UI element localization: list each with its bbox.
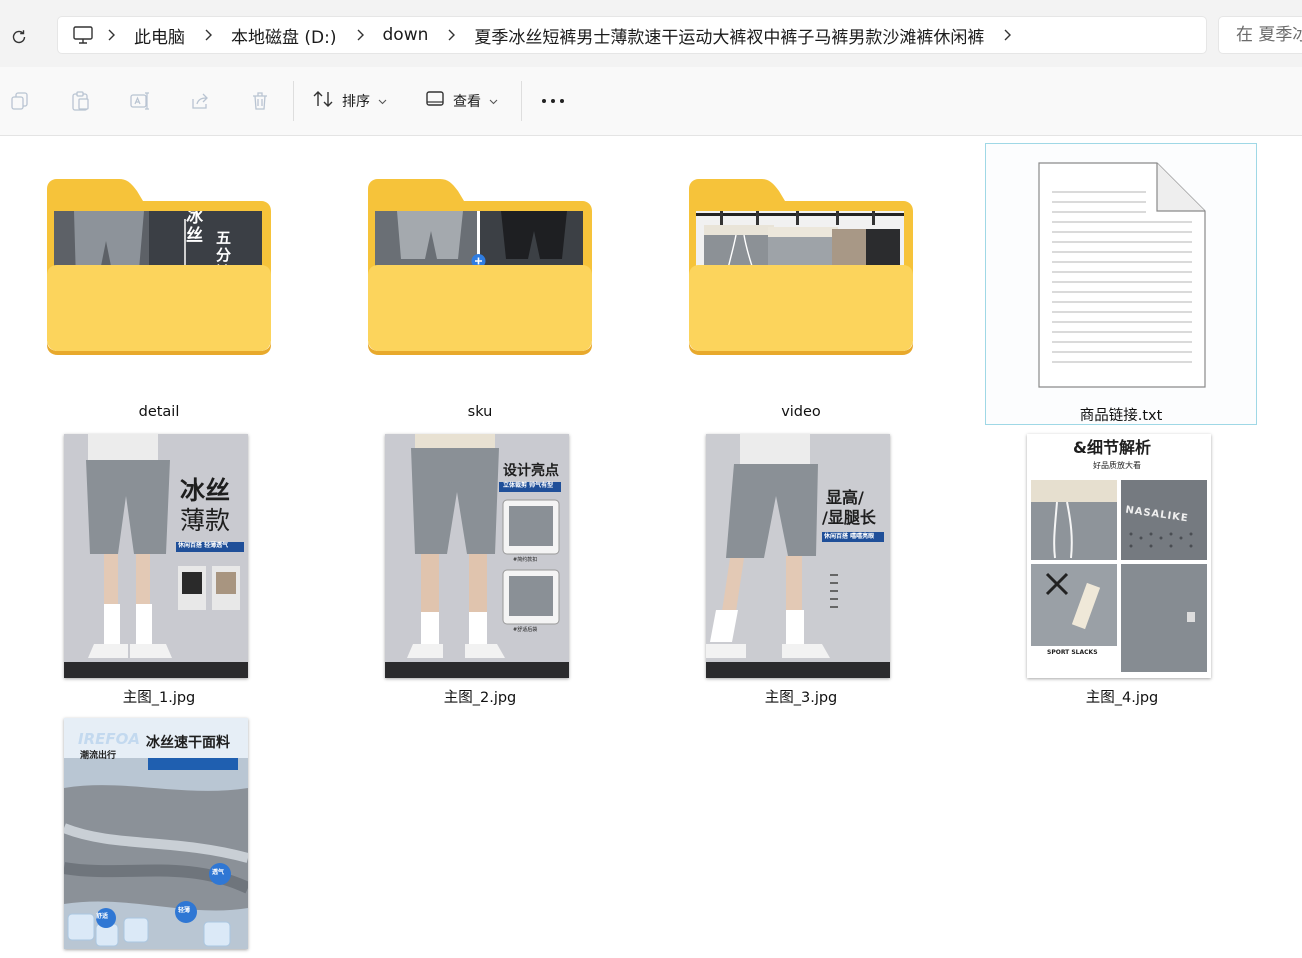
search-input[interactable]: 在 夏季冰 bbox=[1218, 16, 1302, 54]
chevron-down-icon bbox=[489, 93, 498, 109]
chevron-right-icon[interactable] bbox=[990, 16, 1024, 54]
breadcrumb-drive-d[interactable]: 本地磁盘 (D:) bbox=[225, 23, 343, 48]
thumbnail-caption: 立体裁剪 帅气有型 bbox=[503, 483, 553, 489]
thumbnail-caption: SPORT SLACKS bbox=[1047, 650, 1098, 656]
chevron-right-icon[interactable] bbox=[343, 16, 377, 54]
folder-icon bbox=[689, 179, 913, 355]
folder-item-detail[interactable]: 冰 丝 五 分 裤 detail bbox=[30, 176, 288, 426]
view-label: 查看 bbox=[453, 91, 481, 111]
folder-item-sku[interactable]: sku bbox=[351, 176, 609, 426]
image-item-main-2[interactable]: 设计亮点 立体裁剪 帅气有型 #简约款扣 #舒适后袋 主图_2.jpg bbox=[351, 434, 609, 706]
file-name-label: sku bbox=[351, 404, 609, 420]
delete-icon[interactable] bbox=[248, 89, 272, 113]
file-name-label: 主图_3.jpg bbox=[672, 686, 930, 707]
sort-button[interactable]: 排序 bbox=[312, 87, 387, 115]
file-name-label: detail bbox=[30, 404, 288, 420]
sort-icon bbox=[312, 89, 334, 113]
thumbnail-headline: 冰丝 bbox=[180, 478, 230, 504]
file-list: 冰 丝 五 分 裤 detail bbox=[0, 136, 1302, 949]
image-item-5[interactable]: IREFOA 冰丝速干面料 潮流出行 透气 舒适 轻薄 bbox=[30, 718, 288, 958]
file-name-label: video bbox=[672, 404, 930, 420]
chevron-right-icon[interactable] bbox=[191, 16, 225, 54]
chevron-down-icon bbox=[378, 93, 387, 109]
image-item-main-1[interactable]: 冰丝 薄款 休闲百搭 轻薄透气 主图_1.jpg bbox=[30, 434, 288, 706]
thumbnail-caption: 潮流出行 bbox=[80, 752, 116, 761]
share-icon[interactable] bbox=[188, 89, 212, 113]
thumbnail-badge: 轻薄 bbox=[178, 908, 190, 914]
computer-icon[interactable] bbox=[72, 24, 94, 46]
thumbnail-caption: 休闲百搭 轻薄透气 bbox=[178, 543, 228, 549]
breadcrumb-current-folder[interactable]: 夏季冰丝短裤男士薄款速干运动大裤衩中裤子马裤男款沙滩裤休闲裤 bbox=[468, 23, 990, 48]
address-bar-area: 此电脑 本地磁盘 (D:) down 夏季冰丝短裤男士薄款速干运动大裤衩中裤子马… bbox=[0, 0, 1302, 68]
folder-icon bbox=[368, 179, 592, 355]
thumbnail-headline: 冰丝速干面料 bbox=[146, 736, 230, 751]
view-icon bbox=[425, 90, 445, 112]
address-bar[interactable]: 此电脑 本地磁盘 (D:) down 夏季冰丝短裤男士薄款速干运动大裤衩中裤子马… bbox=[57, 16, 1207, 54]
file-name-label: 商品链接.txt bbox=[986, 404, 1256, 425]
folder-item-video[interactable]: video bbox=[672, 176, 930, 426]
command-bar: 排序 查看 bbox=[0, 67, 1302, 136]
image-item-main-4[interactable]: &细节解析 好品质放大看 NASALIKE SPORT SLACKS 主图_4.… bbox=[993, 434, 1251, 706]
thumbnail-headline: 显高/ bbox=[826, 490, 864, 507]
image-thumbnail: IREFOA 冰丝速干面料 潮流出行 透气 舒适 轻薄 bbox=[64, 718, 248, 949]
thumbnail-headline: &细节解析 bbox=[1073, 440, 1151, 457]
view-button[interactable]: 查看 bbox=[425, 87, 498, 115]
thumbnail-headline: 薄款 bbox=[180, 508, 230, 534]
refresh-icon[interactable] bbox=[6, 24, 32, 50]
image-thumbnail: &细节解析 好品质放大看 NASALIKE SPORT SLACKS bbox=[1027, 434, 1211, 678]
thumbnail-caption: #舒适后袋 bbox=[513, 628, 537, 633]
more-options-icon[interactable] bbox=[540, 89, 566, 113]
sort-label: 排序 bbox=[342, 91, 370, 111]
thumbnail-caption: 好品质放大看 bbox=[1093, 462, 1141, 470]
toolbar-divider bbox=[293, 81, 294, 121]
text-file-icon bbox=[1038, 162, 1206, 388]
chevron-right-icon[interactable] bbox=[94, 16, 128, 54]
toolbar-divider bbox=[521, 81, 522, 121]
breadcrumb-this-pc[interactable]: 此电脑 bbox=[128, 23, 191, 48]
image-item-main-3[interactable]: 显高/ /显腿长 休闲百搭 嘻嘻亮眼 主图_3.jpg bbox=[672, 434, 930, 706]
copy-icon[interactable] bbox=[8, 89, 32, 113]
file-name-label: 主图_4.jpg bbox=[993, 686, 1251, 707]
file-name-label: 主图_2.jpg bbox=[351, 686, 609, 707]
file-name-label: 主图_1.jpg bbox=[30, 686, 288, 707]
thumbnail-caption: #简约款扣 bbox=[513, 558, 537, 563]
image-thumbnail: 设计亮点 立体裁剪 帅气有型 #简约款扣 #舒适后袋 bbox=[385, 434, 569, 678]
thumbnail-badge: 透气 bbox=[212, 870, 224, 876]
file-item-txt[interactable]: 商品链接.txt bbox=[985, 143, 1257, 425]
paste-icon[interactable] bbox=[68, 89, 92, 113]
thumbnail-caption: 休闲百搭 嘻嘻亮眼 bbox=[824, 534, 874, 540]
image-thumbnail: 冰丝 薄款 休闲百搭 轻薄透气 bbox=[64, 434, 248, 678]
thumbnail-badge: 舒适 bbox=[96, 914, 108, 920]
folder-icon: 冰 丝 五 分 裤 bbox=[47, 179, 271, 355]
thumbnail-headline: 设计亮点 bbox=[503, 464, 559, 479]
thumbnail-headline: /显腿长 bbox=[822, 510, 876, 527]
image-thumbnail: 显高/ /显腿长 休闲百搭 嘻嘻亮眼 bbox=[706, 434, 890, 678]
chevron-right-icon[interactable] bbox=[434, 16, 468, 54]
rename-icon[interactable] bbox=[128, 89, 152, 113]
breadcrumb-down[interactable]: down bbox=[377, 25, 435, 45]
thumbnail-brand-text: IREFOA bbox=[78, 732, 140, 748]
